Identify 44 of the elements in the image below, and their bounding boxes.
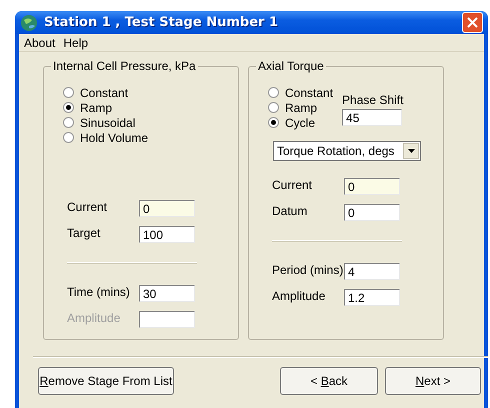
radio-button[interactable] [268,87,279,98]
radio-button[interactable] [63,132,74,143]
radio-label: Constant [80,86,128,100]
field-label: Current [272,178,314,192]
dropdown[interactable]: Torque Rotation, degs [273,141,421,161]
dropdown-arrow-icon [408,149,414,153]
radio-label: Hold Volume [80,130,148,144]
button[interactable]: < Back [280,367,378,395]
radio-button[interactable] [268,102,279,113]
radio-button[interactable] [63,117,74,128]
close-icon [467,17,478,28]
radio-button[interactable] [63,102,74,113]
field-label: Datum [272,204,308,218]
input-field[interactable]: 45 [342,109,402,126]
window-title: Station 1 , Test Stage Number 1 [44,15,279,30]
input-field[interactable]: 100 [139,226,195,243]
close-button[interactable] [462,12,483,33]
field-label: Amplitude [272,288,326,302]
field-label: Time (mins) [67,284,131,298]
input-field[interactable]: 1.2 [344,289,400,306]
group-title: Axial Torque [256,59,326,73]
field-label: Amplitude [67,310,122,324]
input-field[interactable]: 30 [139,285,195,302]
radio-button[interactable] [268,117,279,128]
button[interactable]: Remove Stage From List [38,367,174,395]
radio-label: Cycle [285,116,316,130]
radio-label: Sinusoidal [80,116,136,130]
field-label: Phase Shift [342,93,404,109]
field-label: Target [67,226,102,240]
input-field[interactable]: 0 [139,200,195,217]
field-label: Period (mins) [272,262,342,276]
radio-label: Ramp [80,100,112,114]
menu-item[interactable]: About [21,36,60,50]
button[interactable]: Next > [385,367,481,395]
input-field[interactable]: 0 [344,204,400,221]
radio-label: Constant [285,86,334,100]
group-title: Internal Cell Pressure, kPa [51,59,198,73]
radio-button[interactable] [63,87,74,98]
field-label: Current [67,200,108,214]
menu-item[interactable]: Help [60,36,94,50]
radio-label: Ramp [285,100,318,114]
input-field[interactable]: 0 [344,178,400,195]
input-field[interactable]: 4 [344,263,400,280]
globe-icon [20,14,38,32]
